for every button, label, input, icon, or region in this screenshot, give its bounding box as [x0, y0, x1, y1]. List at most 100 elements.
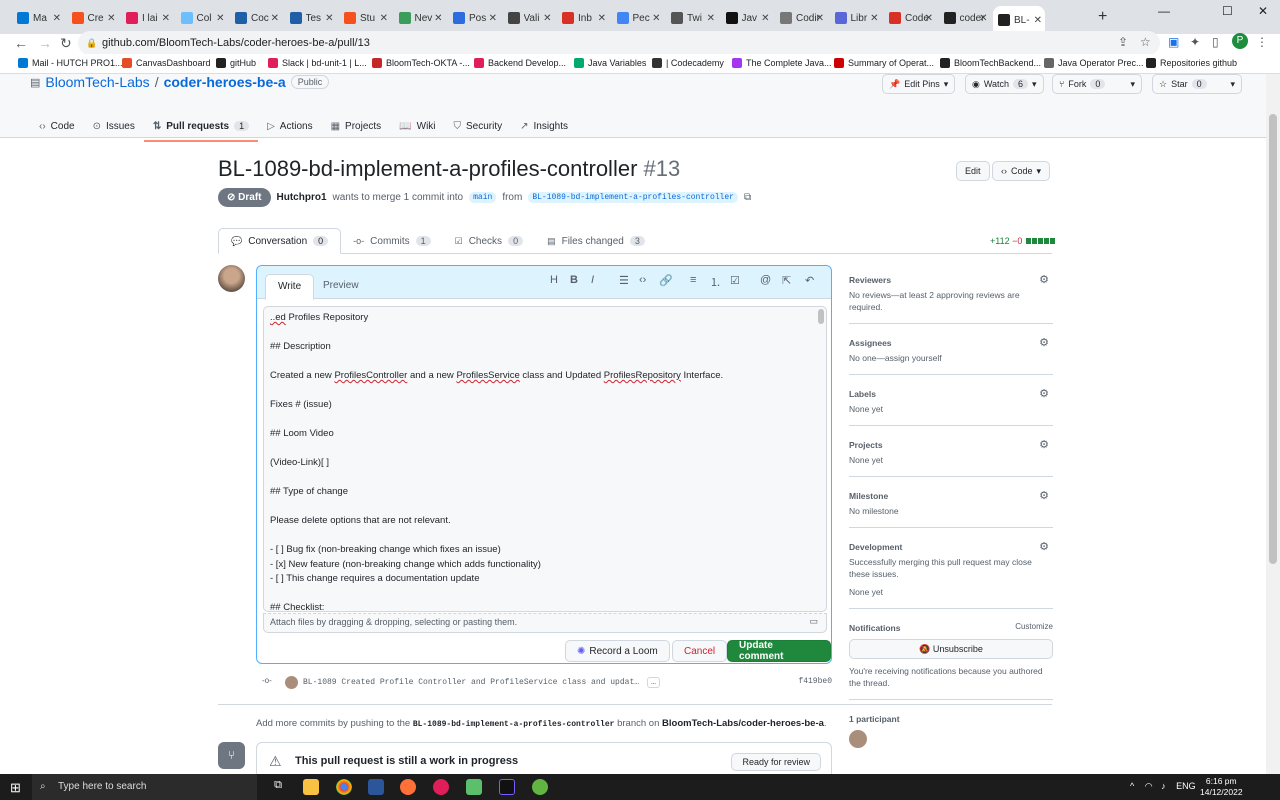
add-commits-repo-link[interactable]: BloomTech-Labs/coder-heroes-be-a — [662, 718, 824, 729]
ready-for-review-button[interactable]: Ready for review — [731, 753, 821, 771]
pr-tab[interactable]: ▤ Files changed 3 — [535, 228, 657, 254]
app-w-icon[interactable] — [532, 779, 548, 795]
author-avatar[interactable] — [218, 265, 245, 292]
repo-nav-item[interactable]: ▷ Actions — [258, 114, 322, 138]
tab-close-icon[interactable]: ✕ — [325, 13, 333, 24]
browser-tab[interactable]: BL- ✕ — [993, 6, 1045, 34]
page-scrollbar[interactable] — [1266, 74, 1280, 774]
mention-icon[interactable]: @ — [760, 274, 771, 286]
tab-close-icon[interactable]: ✕ — [761, 13, 769, 24]
menu-icon[interactable]: ⋮ — [1256, 35, 1268, 49]
assignees-value[interactable]: No one—assign yourself — [849, 352, 1053, 364]
tab-close-icon[interactable]: ✕ — [707, 13, 715, 24]
participant-avatar[interactable] — [849, 730, 867, 748]
pr-tab[interactable]: ☑ Checks 0 — [443, 228, 535, 254]
browser-tab[interactable]: coder-h✕ — [939, 6, 991, 30]
address-bar[interactable]: 🔒 github.com/BloomTech-Labs/coder-heroes… — [78, 31, 1160, 55]
browser-tab[interactable]: Inb ✕ — [557, 6, 609, 30]
update-comment-button[interactable]: Update comment — [727, 640, 831, 662]
gear-icon[interactable]: ⚙ — [1039, 438, 1049, 451]
bookmark-item[interactable]: The Complete Java... — [732, 58, 832, 68]
browser-tab[interactable]: Jav ✕ — [721, 6, 773, 30]
quote-icon[interactable]: ☰ — [619, 274, 629, 287]
browser-tab[interactable]: Cre ✕ — [67, 6, 119, 30]
tab-close-icon[interactable]: ✕ — [489, 13, 497, 24]
browser-tab[interactable]: Twi ✕ — [666, 6, 718, 30]
bookmark-item[interactable]: Slack | bd-unit-1 | L... — [268, 58, 367, 68]
link-icon[interactable]: 🔗 — [659, 274, 673, 287]
repo-owner-link[interactable]: BloomTech-Labs — [45, 74, 149, 90]
browser-tab[interactable]: Pec ✕ — [612, 6, 664, 30]
commit-message[interactable]: BL-1089 Created Profile Controller and P… — [303, 678, 639, 687]
volume-icon[interactable]: ♪ — [1161, 781, 1166, 791]
bookmark-item[interactable]: BloomTech-OKTA -... — [372, 58, 470, 68]
page-scrollbar-thumb[interactable] — [1269, 114, 1277, 564]
gear-icon[interactable]: ⚙ — [1039, 489, 1049, 502]
unsubscribe-button[interactable]: 🔕 Unsubscribe — [849, 639, 1053, 659]
extensions-icon[interactable]: ✦ — [1190, 35, 1200, 49]
repo-nav-item[interactable]: ⇅ Pull requests 1 — [143, 114, 259, 142]
head-branch[interactable]: BL-1089-bd-implement-a-profiles-controll… — [528, 192, 738, 203]
forward-icon[interactable]: → — [38, 35, 52, 51]
write-tab[interactable]: Write — [265, 274, 315, 300]
assignees-heading[interactable]: Assignees — [849, 334, 1053, 352]
browser-tab[interactable]: Coding✕ — [775, 6, 827, 30]
chrome-icon[interactable] — [336, 779, 352, 795]
language-indicator[interactable]: ENG — [1176, 781, 1196, 791]
tab-close-icon[interactable]: ✕ — [162, 13, 170, 24]
comment-textarea[interactable]: ..ed Profiles Repository ## Description … — [263, 306, 827, 612]
back-icon[interactable]: ← — [14, 35, 28, 51]
watch-button[interactable]: ◉ Watch 6 ▾ — [965, 74, 1044, 94]
gear-icon[interactable]: ⚙ — [1039, 540, 1049, 553]
reply-icon[interactable]: ↶ — [805, 274, 814, 287]
browser-tab[interactable]: Coc ✕ — [230, 6, 282, 30]
repo-nav-item[interactable]: 📖 Wiki — [390, 114, 444, 138]
file-explorer-icon[interactable] — [303, 779, 319, 795]
bookmark-item[interactable]: BloomTechBackend... — [940, 58, 1041, 68]
milestone-heading[interactable]: Milestone — [849, 487, 1053, 505]
base-branch[interactable]: main — [469, 192, 497, 203]
sidebar-icon[interactable]: ▯ — [1212, 35, 1219, 49]
tab-close-icon[interactable]: ✕ — [380, 13, 388, 24]
browser-tab[interactable]: Ma ✕ — [12, 6, 64, 30]
pr-tab[interactable]: 💬 Conversation 0 — [218, 228, 342, 254]
customize-link[interactable]: Customize — [1015, 622, 1053, 631]
profile-avatar[interactable]: P — [1232, 33, 1248, 49]
code-dropdown-button[interactable]: ‹› Code ▾ — [992, 161, 1051, 181]
bookmark-item[interactable]: Repositories github — [1146, 58, 1237, 68]
edit-title-button[interactable]: Edit — [956, 161, 990, 181]
firefox-icon[interactable] — [400, 779, 416, 795]
commit-expand-button[interactable]: … — [647, 676, 660, 688]
tab-close-icon[interactable]: ✕ — [816, 13, 824, 24]
fork-button[interactable]: ⑂ Fork 0 ▾ — [1052, 74, 1142, 94]
development-heading[interactable]: Development — [849, 538, 1053, 556]
tab-close-icon[interactable]: ✕ — [107, 13, 115, 24]
reload-icon[interactable]: ↻ — [60, 35, 72, 52]
italic-icon[interactable]: I — [591, 274, 594, 286]
browser-tab[interactable]: Col ✕ — [176, 6, 228, 30]
task-list-icon[interactable]: ☑ — [730, 274, 740, 287]
ordered-list-icon[interactable]: ⒈ — [710, 274, 721, 290]
star-button[interactable]: ☆ Star 0 ▾ — [1152, 74, 1242, 94]
maximize-icon[interactable]: ☐ — [1222, 4, 1233, 18]
tab-close-icon[interactable]: ✕ — [271, 13, 279, 24]
browser-tab[interactable]: Libr ✕ — [830, 6, 882, 30]
bookmark-item[interactable]: Java Variables — [574, 58, 646, 68]
wifi-icon[interactable]: ◠ — [1145, 781, 1153, 791]
taskbar-search[interactable]: ⌕ Type here to search — [32, 774, 257, 800]
tab-close-icon[interactable]: ✕ — [434, 13, 442, 24]
tab-close-icon[interactable]: ✕ — [216, 13, 224, 24]
repo-nav-item[interactable]: ‹› Code — [30, 114, 84, 138]
browser-tab[interactable]: CoderH✕ — [884, 6, 936, 30]
repo-name-link[interactable]: coder-heroes-be-a — [164, 74, 286, 90]
labels-heading[interactable]: Labels — [849, 385, 1053, 403]
record-loom-button[interactable]: ✺ Record a Loom — [565, 640, 670, 662]
tab-close-icon[interactable]: ✕ — [598, 13, 606, 24]
share-icon[interactable]: ⇪ — [1118, 35, 1128, 49]
commit-sha[interactable]: f419be0 — [798, 677, 832, 686]
repo-nav-item[interactable]: ⊙ Issues — [84, 114, 144, 138]
tab-close-icon[interactable]: ✕ — [1034, 15, 1042, 26]
unordered-list-icon[interactable]: ≡ — [690, 274, 696, 286]
tab-close-icon[interactable]: ✕ — [652, 13, 660, 24]
heading-icon[interactable]: H — [550, 274, 558, 286]
